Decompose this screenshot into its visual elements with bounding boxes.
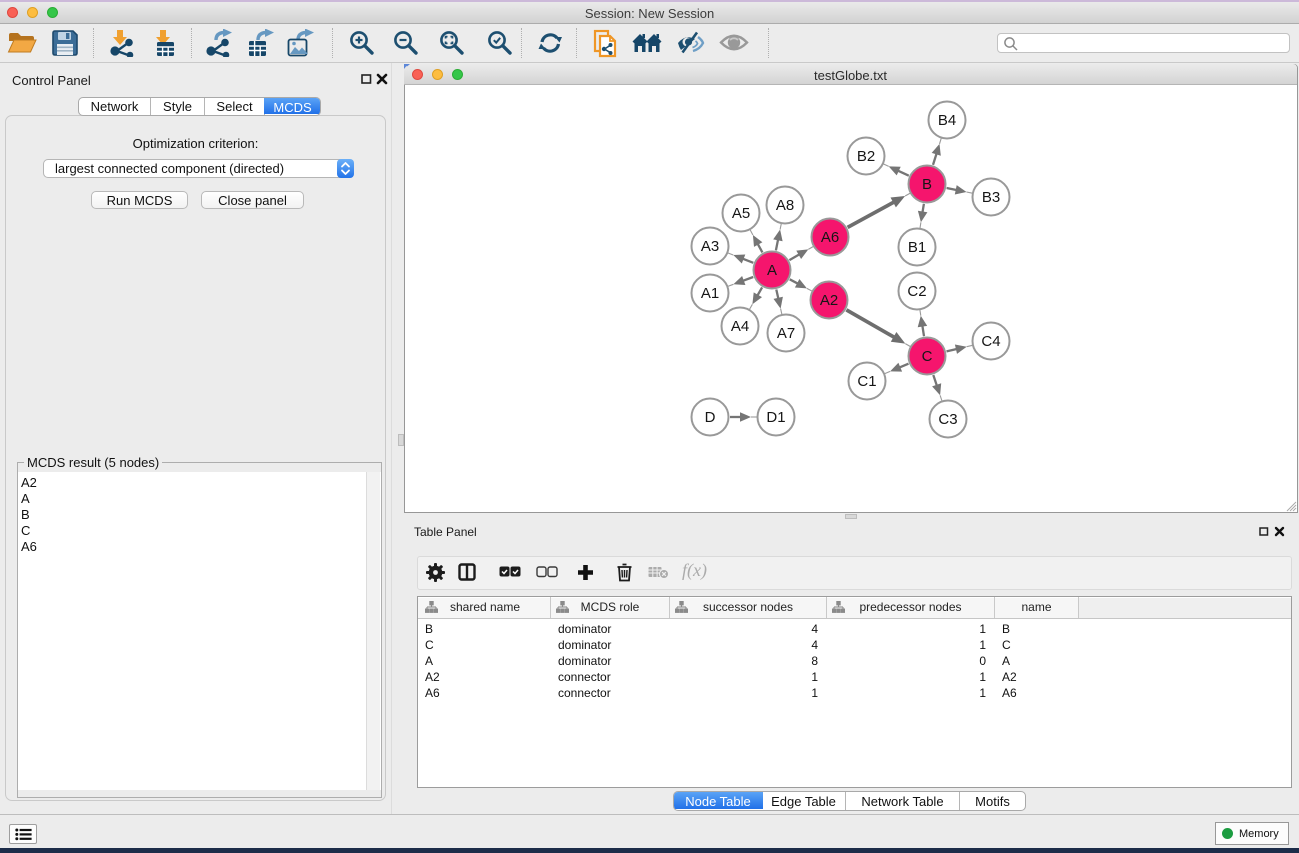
svg-text:C1: C1	[857, 373, 876, 390]
svg-text:A2: A2	[820, 292, 838, 309]
svg-text:B2: B2	[857, 148, 875, 165]
svg-text:A1: A1	[701, 285, 719, 302]
svg-text:C2: C2	[907, 283, 926, 300]
svg-text:C3: C3	[938, 411, 957, 428]
svg-text:A: A	[767, 262, 777, 279]
svg-text:C: C	[922, 348, 933, 365]
svg-text:A3: A3	[701, 238, 719, 255]
svg-text:A6: A6	[821, 229, 839, 246]
svg-text:A8: A8	[776, 197, 794, 214]
svg-text:A7: A7	[777, 325, 795, 342]
svg-text:B: B	[922, 176, 932, 193]
svg-text:B4: B4	[938, 112, 956, 129]
svg-text:A4: A4	[731, 318, 749, 335]
svg-text:C4: C4	[981, 333, 1000, 350]
svg-text:B1: B1	[908, 239, 926, 256]
svg-text:B3: B3	[982, 189, 1000, 206]
svg-text:D: D	[705, 409, 716, 426]
svg-text:D1: D1	[766, 409, 785, 426]
svg-text:A5: A5	[732, 205, 750, 222]
